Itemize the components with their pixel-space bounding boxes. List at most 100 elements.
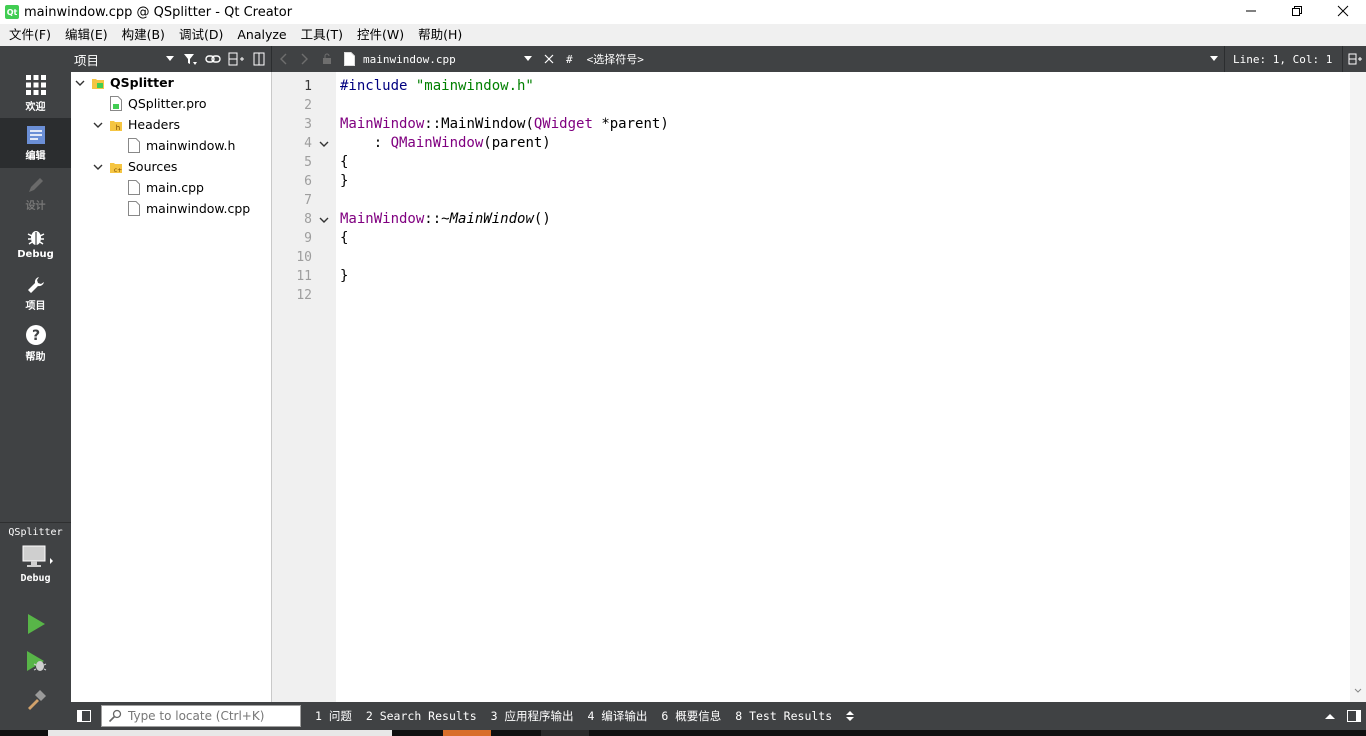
tree-item-file[interactable]: mainwindow.h bbox=[127, 135, 235, 156]
filter-button[interactable] bbox=[178, 46, 201, 72]
file-icon bbox=[127, 180, 141, 196]
vertical-scrollbar[interactable] bbox=[1350, 72, 1366, 702]
filter-icon bbox=[183, 54, 197, 65]
menu-controls[interactable]: 控件(W) bbox=[350, 24, 411, 46]
taskbar-app-active[interactable] bbox=[443, 730, 491, 736]
symbol-selector[interactable]: # <选择符号> bbox=[560, 46, 1224, 72]
menu-file[interactable]: 文件(F) bbox=[2, 24, 58, 46]
link-icon bbox=[204, 55, 221, 63]
code-token: { bbox=[340, 154, 349, 170]
mode-welcome[interactable]: 欢迎 bbox=[0, 68, 71, 118]
mode-projects[interactable]: 项目 bbox=[0, 268, 71, 318]
code-token: } bbox=[340, 268, 349, 284]
mode-design[interactable]: 设计 bbox=[0, 168, 71, 218]
code-token: } bbox=[340, 173, 349, 189]
debug-run-button[interactable] bbox=[0, 644, 71, 680]
close-panel-button[interactable] bbox=[247, 46, 270, 72]
mode-help[interactable]: ? 帮助 bbox=[0, 318, 71, 368]
scroll-down-icon bbox=[1354, 688, 1362, 693]
split-add-icon bbox=[228, 52, 244, 66]
locator-input[interactable]: Type to locate (Ctrl+K) bbox=[101, 705, 301, 727]
mode-edit[interactable]: 编辑 bbox=[0, 118, 71, 168]
close-icon bbox=[1337, 5, 1349, 17]
kit-selector[interactable]: Debug bbox=[0, 544, 71, 594]
locator-placeholder: Type to locate (Ctrl+K) bbox=[128, 709, 265, 723]
code-token: *parent) bbox=[592, 116, 669, 132]
menu-build[interactable]: 构建(B) bbox=[115, 24, 172, 46]
menu-analyze[interactable]: Analyze bbox=[230, 24, 293, 46]
view-selector-label: 项目 bbox=[74, 52, 100, 68]
document-selector[interactable]: mainwindow.cpp bbox=[338, 46, 538, 72]
tree-item-file[interactable]: mainwindow.cpp bbox=[127, 198, 250, 219]
menu-edit[interactable]: 编辑(E) bbox=[58, 24, 115, 46]
menu-help[interactable]: 帮助(H) bbox=[411, 24, 469, 46]
tree-item-label: Headers bbox=[128, 117, 181, 132]
split-editor-button[interactable] bbox=[1342, 46, 1366, 72]
chevron-down-icon bbox=[319, 141, 329, 147]
tree-item-headers[interactable]: h Headers bbox=[91, 114, 180, 135]
back-button[interactable] bbox=[272, 46, 294, 72]
minimize-icon bbox=[1246, 10, 1256, 12]
maximize-output-button[interactable] bbox=[1318, 702, 1342, 730]
toggle-sidebar-button[interactable] bbox=[71, 702, 97, 730]
svg-text:?: ? bbox=[31, 328, 39, 344]
taskbar-search-box[interactable] bbox=[48, 730, 392, 736]
chevron-down-icon[interactable] bbox=[73, 78, 87, 88]
forward-button[interactable] bbox=[294, 46, 316, 72]
lock-button[interactable] bbox=[316, 46, 338, 72]
line-number: 11 bbox=[296, 269, 312, 284]
output-tab-test-results[interactable]: 8 Test Results bbox=[735, 709, 832, 723]
view-selector[interactable]: 项目 bbox=[71, 46, 178, 72]
run-icon bbox=[27, 614, 45, 634]
menu-bar: 文件(F) 编辑(E) 构建(B) 调试(D) Analyze 工具(T) 控件… bbox=[0, 24, 1366, 46]
build-button[interactable] bbox=[0, 682, 71, 718]
line-number: 1 bbox=[304, 79, 312, 94]
code-token: ::MainWindow( bbox=[424, 116, 534, 132]
chevron-down-icon bbox=[166, 56, 174, 61]
fold-toggle[interactable] bbox=[318, 210, 330, 229]
minimize-button[interactable] bbox=[1228, 0, 1274, 22]
file-icon bbox=[127, 138, 141, 154]
line-number: 3 bbox=[304, 117, 312, 132]
tree-item-pro-file[interactable]: QSplitter.pro bbox=[109, 93, 207, 114]
code-token: ::~ bbox=[424, 211, 450, 227]
tree-item-project[interactable]: QSplitter bbox=[73, 72, 174, 93]
close-document-button[interactable] bbox=[538, 46, 560, 72]
line-number: 12 bbox=[296, 288, 312, 303]
output-tab-search-results[interactable]: 2 Search Results bbox=[366, 709, 477, 723]
code-token: QWidget bbox=[533, 116, 593, 132]
taskbar-app[interactable] bbox=[541, 730, 589, 736]
run-button[interactable] bbox=[0, 606, 71, 642]
output-panes-menu[interactable] bbox=[846, 710, 855, 722]
output-tab-issues[interactable]: 1 问题 bbox=[315, 708, 352, 724]
code-editor[interactable]: #include "mainwindow.h" MainWindow::MainW… bbox=[336, 72, 1350, 702]
cursor-position[interactable]: Line: 1, Col: 1 bbox=[1224, 46, 1342, 72]
toggle-right-sidebar-button[interactable] bbox=[1342, 702, 1366, 730]
tree-item-label: Sources bbox=[128, 159, 178, 174]
sidebar-icon bbox=[77, 710, 91, 722]
pencil-icon bbox=[28, 177, 43, 192]
code-line: { bbox=[340, 229, 348, 248]
chevron-down-icon[interactable] bbox=[91, 120, 105, 130]
output-tab-compile-output[interactable]: 4 编译输出 bbox=[588, 708, 648, 724]
menu-debug[interactable]: 调试(D) bbox=[172, 24, 230, 46]
line-number: 2 bbox=[304, 98, 312, 113]
sync-link-button[interactable] bbox=[201, 46, 224, 72]
line-number-gutter[interactable]: 1 2 3 4 5 6 7 8 9 10 11 12 bbox=[272, 72, 336, 702]
tree-item-sources[interactable]: c+ Sources bbox=[91, 156, 177, 177]
tree-item-label: QSplitter bbox=[110, 75, 174, 90]
menu-tools[interactable]: 工具(T) bbox=[294, 24, 350, 46]
output-tab-application-output[interactable]: 3 应用程序输出 bbox=[491, 708, 574, 724]
project-panel-toolbar: 项目 bbox=[71, 46, 271, 72]
edit-document-icon bbox=[26, 125, 45, 144]
code-line: MainWindow::~MainWindow() bbox=[340, 210, 551, 229]
mode-debug[interactable]: Debug bbox=[0, 218, 71, 268]
split-view-button[interactable] bbox=[224, 46, 247, 72]
restore-button[interactable] bbox=[1274, 0, 1320, 22]
close-button[interactable] bbox=[1320, 0, 1366, 22]
output-tab-general-messages[interactable]: 6 概要信息 bbox=[661, 708, 721, 724]
svg-text:h: h bbox=[116, 124, 120, 132]
chevron-down-icon[interactable] bbox=[91, 162, 105, 172]
tree-item-file[interactable]: main.cpp bbox=[127, 177, 204, 198]
fold-toggle[interactable] bbox=[318, 134, 330, 153]
